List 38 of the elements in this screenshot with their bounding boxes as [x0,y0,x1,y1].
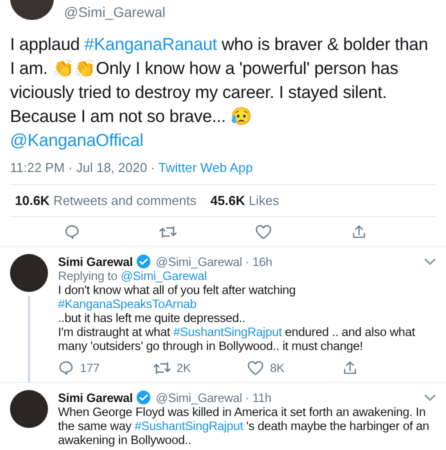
share-icon[interactable] [342,360,358,376]
hashtag-link[interactable]: #SushantSingRajput [134,419,244,433]
user-handle[interactable]: @Simi_Garewal · 11h [156,390,272,404]
user-handle[interactable]: @Simi_Garewal [64,4,166,20]
chevron-down-icon[interactable] [424,394,436,402]
user-name[interactable]: Simi Garewal [58,390,133,404]
reply-icon[interactable] [64,224,80,240]
user-name[interactable]: Simi Garewal [58,254,133,268]
avatar[interactable] [10,254,48,292]
tweet-text: I applaud #KanganaRanaut who is braver & bolder than I am. 👏👏Only I know how a 'powerful' person has viciously tried to destroy my career. I stayed silent. Because I am not so brave... 😥 [10,33,429,128]
verified-badge-icon [136,390,151,405]
heart-icon[interactable] [255,224,272,240]
tweet-text: ..but it has left me quite depressed.. [58,311,246,325]
stat-link[interactable]: 45.6K Likes [210,193,280,208]
user-handle[interactable]: @Simi_Garewal · 16h [156,254,272,268]
tweet-text: I'm distraught at what #SushantSingRajput endured .. and also what many 'outsiders' go through in Bollywood.. it must change! [58,325,416,353]
hashtag-link[interactable]: #KanganaRanaut [84,34,217,54]
source-link[interactable]: Twitter Web App [158,160,253,175]
retweet-icon[interactable] [158,224,177,240]
mention-link[interactable]: @Simi_Garewal [120,269,207,283]
tweet-text: I don't know what all of you felt after watching #KanganaSpeaksToArnab [58,283,297,311]
hashtag-link[interactable]: #KanganaSpeaksToArnab [58,297,196,311]
timestamp: 11:22 PM · Jul 18, 2020 · [10,160,156,175]
like-count: 8K [270,361,284,375]
stat-link[interactable]: 10.6K Retweets and comments [15,193,196,208]
retweet-count: 2K [176,361,191,375]
share-icon[interactable] [350,224,367,240]
avatar[interactable] [10,390,48,428]
replying-to-text: Replying to @Simi_Garewal [58,269,208,283]
hashtag-link[interactable]: #SushantSingRajput [173,325,282,339]
reply-icon[interactable] [58,360,74,376]
heart-icon[interactable] [247,360,264,376]
chevron-down-icon[interactable] [424,258,436,266]
tweet-text: When George Floyd was killed in America it set forth an awakening. In the same way #SushantSingRajput 's death maybe the harbinger of an awakening in Bollywood.. [58,405,430,447]
verified-badge-icon [136,254,151,269]
reply-count: 177 [80,361,100,375]
retweet-icon[interactable] [152,360,170,376]
mention-link[interactable]: @KanganaOffical [10,130,144,150]
